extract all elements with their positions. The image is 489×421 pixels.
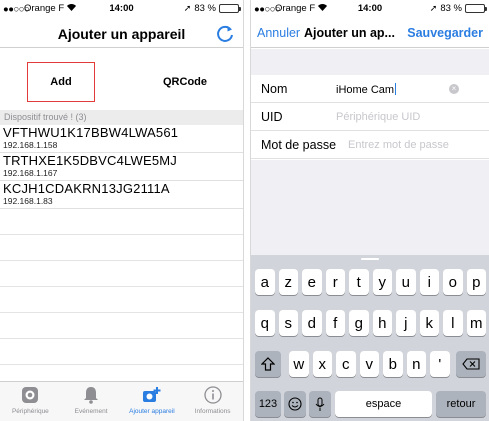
key-z[interactable]: z — [278, 269, 298, 295]
uid-label: UID — [261, 110, 283, 124]
empty-row — [0, 261, 243, 287]
name-field[interactable]: iHome Cam — [336, 83, 397, 96]
camera-lens-icon — [20, 385, 40, 405]
backspace-key[interactable] — [456, 351, 486, 377]
key-j[interactable]: j — [396, 310, 416, 336]
numbers-key[interactable]: 123 — [255, 391, 281, 417]
password-label: Mot de passe — [261, 138, 337, 152]
add-camera-icon — [142, 385, 162, 405]
device-uid: VFTHWU1K17BBW4LWA561 — [3, 125, 179, 140]
tab-label: Evénement — [74, 408, 108, 415]
right-screen: ●●○○○ Orange F 14:00 ➚ 83 % Annuler Ajou… — [250, 0, 489, 421]
key-g[interactable]: g — [349, 310, 369, 336]
device-form: Nom iHome Cam × UID Périphérique UID Mot… — [251, 75, 489, 159]
tab-bar: Périphérique Evénement Ajouter appareil … — [0, 381, 243, 421]
device-list: VFTHWU1K17BBW4LWA561 192.168.1.158 TRTHX… — [0, 125, 243, 365]
battery-percent: 83 % — [194, 3, 216, 14]
keyboard-grip — [361, 258, 379, 260]
key-n[interactable]: n — [406, 351, 426, 377]
info-icon — [203, 385, 223, 405]
password-row: Mot de passe Entrez mot de passe — [251, 131, 489, 159]
empty-row — [0, 313, 243, 339]
empty-row — [0, 339, 243, 365]
key-d[interactable]: d — [302, 310, 322, 336]
key-y[interactable]: y — [372, 269, 392, 295]
name-label: Nom — [261, 82, 288, 96]
key-e[interactable]: e — [302, 269, 322, 295]
key-o[interactable]: o — [443, 269, 463, 295]
device-ip: 192.168.1.158 — [3, 140, 58, 150]
device-ip: 192.168.1.83 — [3, 196, 53, 206]
page-title: Ajouter un ap... — [304, 26, 395, 40]
uid-field[interactable]: Périphérique UID — [336, 111, 420, 123]
qrcode-tab[interactable]: QRCode — [140, 62, 230, 102]
location-arrow-icon: ➚ — [183, 3, 192, 13]
emoji-key[interactable] — [284, 391, 306, 417]
cancel-button[interactable]: Annuler — [257, 26, 300, 40]
clear-icon[interactable]: × — [449, 84, 459, 94]
form-spacer — [251, 49, 489, 75]
add-tab[interactable]: Add — [27, 62, 95, 102]
password-field[interactable]: Entrez mot de passe — [348, 139, 449, 151]
empty-row — [0, 209, 243, 235]
key-c[interactable]: c — [336, 351, 356, 377]
empty-area — [251, 160, 489, 255]
key-u[interactable]: u — [396, 269, 416, 295]
device-uid: TRTHXE1K5DBVC4LWE5MJ — [3, 153, 178, 168]
tab-ajouter-appareil[interactable]: Ajouter appareil — [122, 382, 183, 421]
name-row: Nom iHome Cam × — [251, 75, 489, 103]
key-p[interactable]: p — [466, 269, 486, 295]
device-row[interactable]: KCJH1CDAKRN13JG2111A 192.168.1.83 — [0, 181, 243, 209]
tab-evenement[interactable]: Evénement — [61, 382, 122, 421]
key-apostrophe[interactable]: ' — [430, 351, 450, 377]
status-bar: ●●○○○ Orange F 14:00 ➚ 83 % — [0, 0, 243, 18]
page-title: Ajouter un appareil — [57, 26, 186, 42]
return-key[interactable]: retour — [436, 391, 486, 417]
microphone-key[interactable] — [309, 391, 331, 417]
uid-row: UID Périphérique UID — [251, 103, 489, 131]
key-h[interactable]: h — [372, 310, 392, 336]
empty-row — [0, 235, 243, 261]
tab-informations[interactable]: Informations — [182, 382, 243, 421]
tab-label: Ajouter appareil — [129, 408, 175, 415]
location-arrow-icon: ➚ — [429, 3, 438, 13]
refresh-icon[interactable] — [215, 23, 235, 43]
mode-segment: Add QRCode — [0, 58, 243, 104]
key-k[interactable]: k — [419, 310, 439, 336]
device-uid: KCJH1CDAKRN13JG2111A — [3, 181, 170, 196]
section-header: Dispositif trouvé ! (3) — [0, 110, 243, 125]
device-ip: 192.168.1.167 — [3, 168, 58, 178]
device-row[interactable]: TRTHXE1K5DBVC4LWE5MJ 192.168.1.167 — [0, 153, 243, 181]
tab-peripherique[interactable]: Périphérique — [0, 382, 61, 421]
key-w[interactable]: w — [289, 351, 309, 377]
battery-percent: 83 % — [440, 3, 462, 14]
space-key[interactable]: espace — [335, 391, 432, 417]
key-s[interactable]: s — [278, 310, 298, 336]
key-r[interactable]: r — [325, 269, 345, 295]
key-f[interactable]: f — [325, 310, 345, 336]
bell-icon — [81, 385, 101, 405]
key-x[interactable]: x — [312, 351, 332, 377]
status-bar: ●●○○○ Orange F 14:00 ➚ 83 % — [251, 0, 489, 18]
nav-bar: Ajouter un appareil — [0, 18, 243, 48]
battery-icon — [465, 4, 487, 13]
key-t[interactable]: t — [349, 269, 369, 295]
tab-label: Périphérique — [11, 408, 49, 415]
nav-bar: Annuler Ajouter un ap... Sauvegarder — [251, 18, 489, 48]
tab-label: Informations — [194, 408, 231, 415]
key-a[interactable]: a — [255, 269, 275, 295]
keyboard: a z e r t y u i o p q s d f g h j k l m w x c v b n ' 123 espace reto… — [251, 255, 489, 421]
key-b[interactable]: b — [383, 351, 403, 377]
key-i[interactable]: i — [419, 269, 439, 295]
left-screen: ●●○○○ Orange F 14:00 ➚ 83 % Ajouter un a… — [0, 0, 244, 421]
key-m[interactable]: m — [466, 310, 486, 336]
key-v[interactable]: v — [359, 351, 379, 377]
key-q[interactable]: q — [255, 310, 275, 336]
empty-row — [0, 287, 243, 313]
device-row[interactable]: VFTHWU1K17BBW4LWA561 192.168.1.158 — [0, 125, 243, 153]
battery-icon — [219, 4, 241, 13]
save-button[interactable]: Sauvegarder — [407, 26, 483, 40]
shift-key[interactable] — [255, 351, 281, 377]
key-l[interactable]: l — [443, 310, 463, 336]
